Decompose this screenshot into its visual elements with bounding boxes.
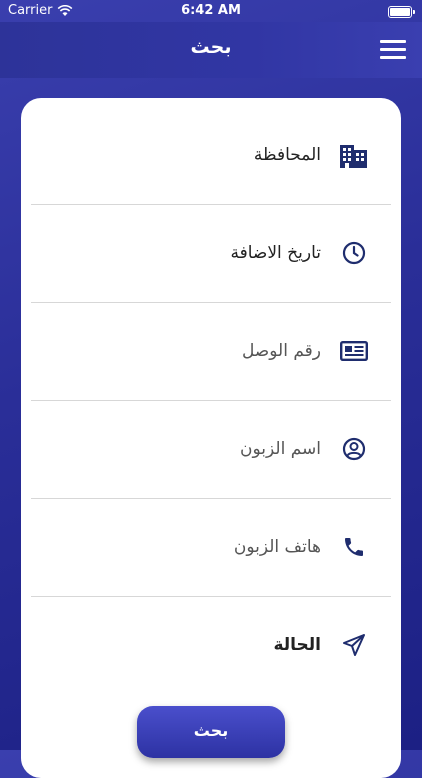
field-governorate[interactable]: المحافظة [31,106,391,205]
field-customer-phone[interactable]: هاتف الزبون [31,498,391,597]
status-bar: Carrier 6:42 AM [0,0,422,22]
field-customer-name-label: اسم الزبون [240,439,321,459]
clock-icon [339,238,369,268]
field-receipt-number-label: رقم الوصل [241,341,321,361]
user-circle-icon [339,434,369,464]
search-button[interactable]: بحث [137,706,285,758]
buildings-icon [339,140,369,170]
battery-icon [388,6,415,18]
hamburger-menu-icon[interactable] [380,40,406,60]
field-receipt-number[interactable]: رقم الوصل [31,302,391,401]
receipt-icon [339,336,369,366]
field-governorate-label: المحافظة [253,145,321,165]
field-customer-phone-label: هاتف الزبون [233,537,321,557]
field-status[interactable]: الحالة [31,596,391,694]
paper-plane-icon [339,630,369,660]
phone-icon [339,532,369,562]
field-added-date[interactable]: تاريخ الاضافة [31,204,391,303]
page-title: بحث [190,36,232,58]
nav-bar: بحث [0,22,422,78]
field-added-date-label: تاريخ الاضافة [230,243,321,263]
status-time: 6:42 AM [181,3,241,18]
search-form-card: المحافظة تاريخ الاضافة رقم الوصل اسم الز… [21,98,401,778]
field-customer-name[interactable]: اسم الزبون [31,400,391,499]
field-status-label: الحالة [273,635,321,655]
